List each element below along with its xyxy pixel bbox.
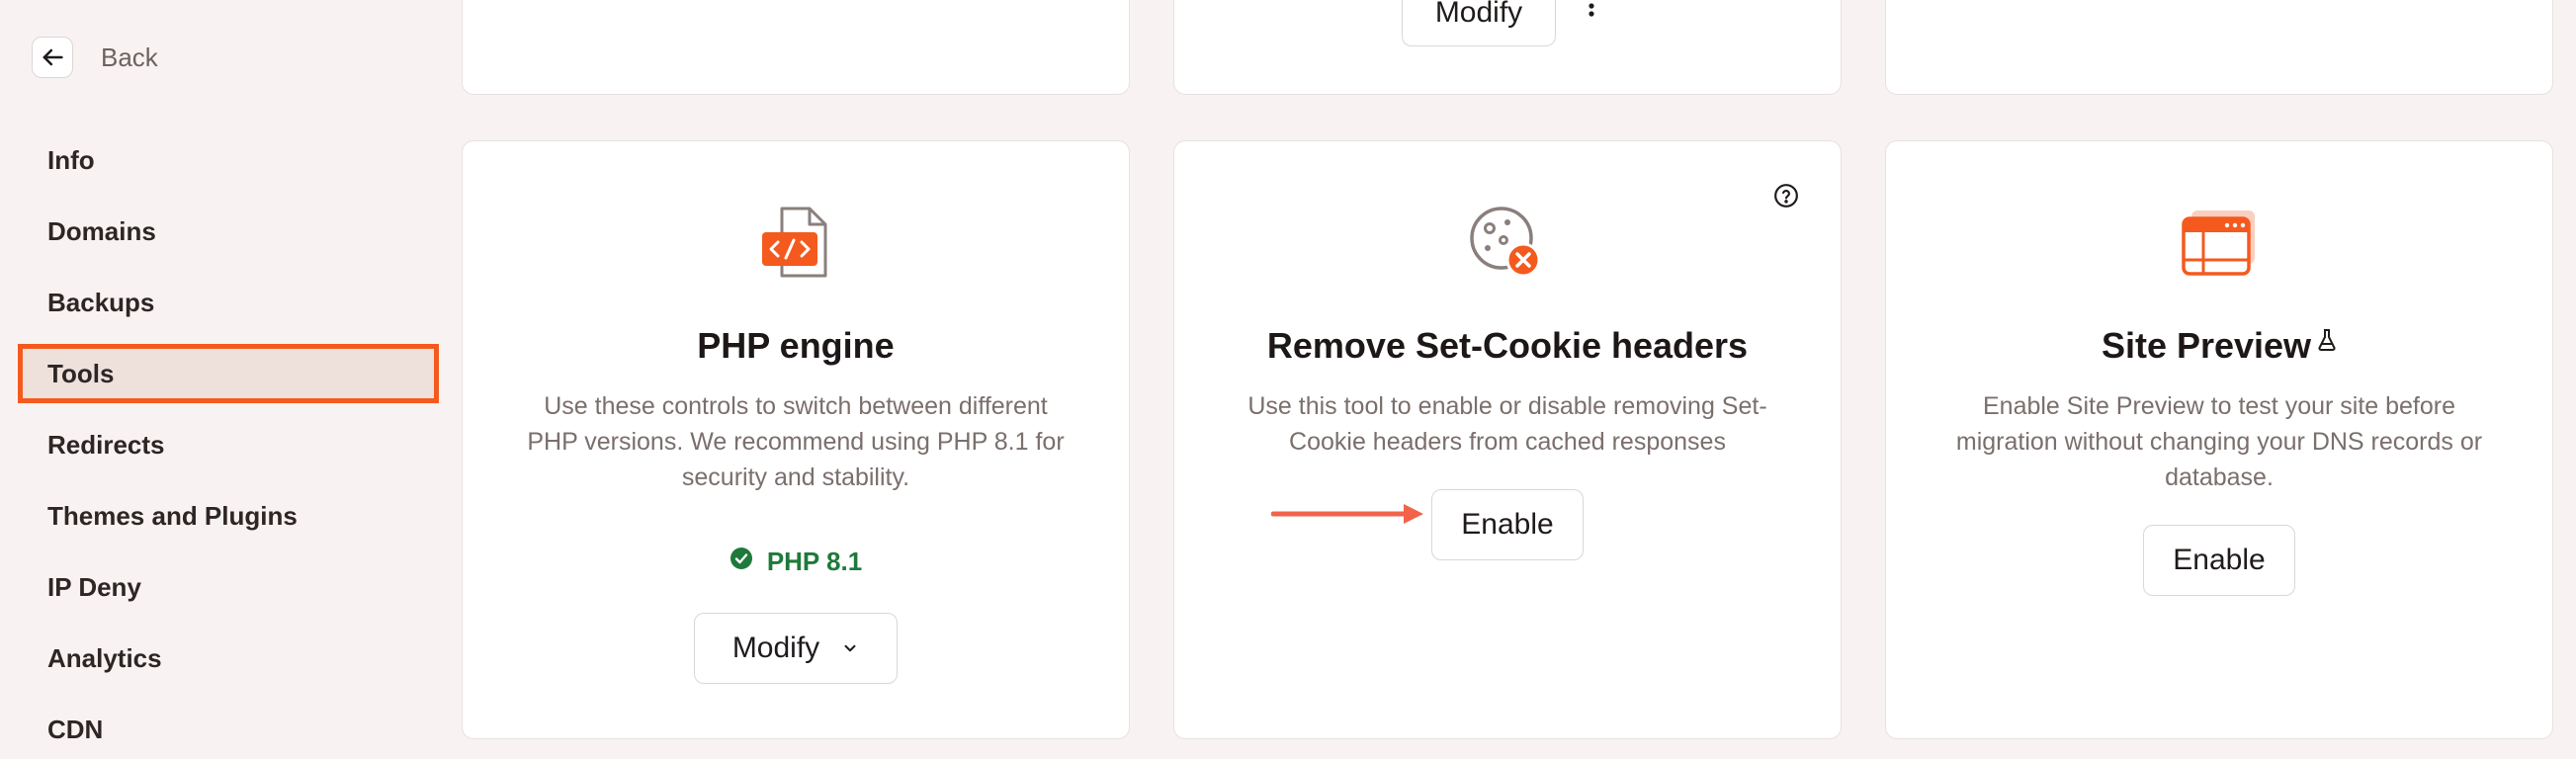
back-label: Back	[101, 42, 158, 72]
cookie-remove-icon	[1466, 201, 1549, 284]
annotation-arrow-icon	[1270, 499, 1425, 529]
tool-card-top-right	[1885, 0, 2553, 95]
php-file-icon	[756, 201, 835, 284]
remove-set-cookie-content: Remove Set-Cookie headers Use this tool …	[1174, 141, 1841, 560]
php-engine-title: PHP engine	[697, 325, 895, 366]
more-options-icon[interactable]	[1582, 0, 1601, 29]
back-button[interactable]: Back	[32, 36, 158, 79]
sidebar-item-redirects[interactable]: Redirects	[18, 415, 439, 474]
sidebar-item-themes-and-plugins[interactable]: Themes and Plugins	[18, 486, 439, 546]
sidebar-item-domains[interactable]: Domains	[18, 202, 439, 261]
sidebar-item-ip-deny[interactable]: IP Deny	[18, 557, 439, 617]
tool-card-top-left	[462, 0, 1130, 95]
tool-card-top-middle: Modify	[1173, 0, 1842, 95]
php-modify-label: Modify	[731, 632, 820, 664]
site-preview-enable-button[interactable]: Enable	[2143, 525, 2295, 596]
php-version-status: PHP 8.1	[730, 547, 862, 577]
remove-set-cookie-enable-button[interactable]: Enable	[1431, 489, 1584, 560]
php-version-label: PHP 8.1	[766, 547, 863, 576]
sidebar-item-analytics[interactable]: Analytics	[18, 629, 439, 688]
modify-button-top[interactable]: Modify	[1402, 0, 1556, 46]
php-engine-description: Use these controls to switch between dif…	[527, 392, 1065, 491]
site-preview-title-row: Site Preview	[2102, 325, 2337, 367]
php-engine-card: PHP engine Use these controls to switch …	[462, 140, 1130, 739]
sidebar: Back Info Domains Backups Tools Redirect…	[0, 0, 445, 759]
sidebar-item-info[interactable]: Info	[18, 130, 439, 190]
site-preview-description: Enable Site Preview to test your site be…	[1955, 392, 2483, 491]
php-modify-dropdown[interactable]: Modify	[694, 613, 898, 684]
sidebar-nav: Info Domains Backups Tools Redirects The…	[18, 130, 439, 759]
chevron-down-icon	[841, 632, 859, 665]
php-engine-content: PHP engine Use these controls to switch …	[463, 141, 1129, 684]
check-circle-icon	[730, 547, 753, 577]
browser-window-icon	[2178, 201, 2261, 284]
site-preview-title: Site Preview	[2101, 325, 2312, 366]
flask-beta-icon	[2317, 328, 2337, 364]
site-preview-card: Site Preview Enable Site Preview to test…	[1885, 140, 2553, 739]
sidebar-item-tools[interactable]: Tools	[18, 344, 439, 403]
sidebar-item-cdn[interactable]: CDN	[18, 700, 439, 759]
remove-set-cookie-card: Remove Set-Cookie headers Use this tool …	[1173, 140, 1842, 739]
site-preview-content: Site Preview Enable Site Preview to test…	[1886, 141, 2552, 596]
arrow-left-icon	[32, 37, 73, 78]
sidebar-item-backups[interactable]: Backups	[18, 273, 439, 332]
remove-set-cookie-description: Use this tool to enable or disable remov…	[1247, 392, 1767, 456]
remove-set-cookie-title: Remove Set-Cookie headers	[1266, 325, 1749, 366]
page: Back Info Domains Backups Tools Redirect…	[0, 0, 2576, 759]
